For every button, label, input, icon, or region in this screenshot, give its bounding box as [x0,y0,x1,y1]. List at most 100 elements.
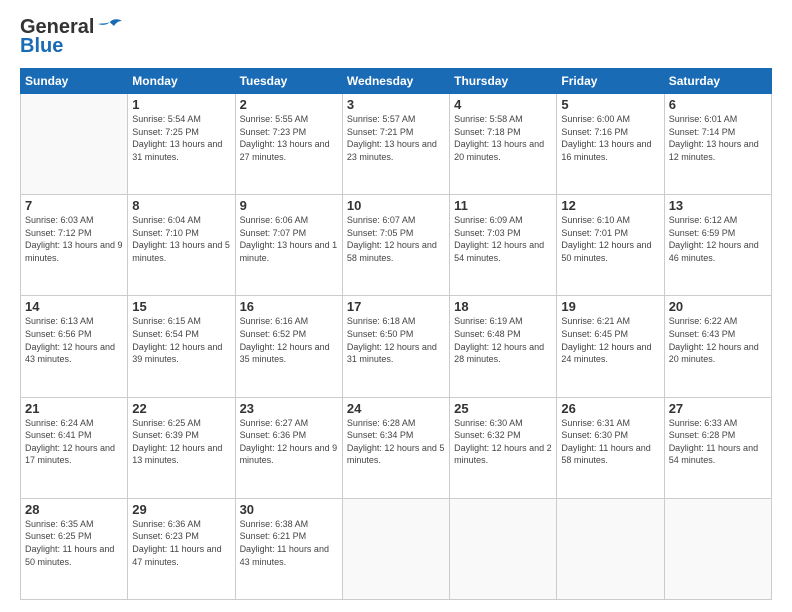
calendar-cell: 20 Sunrise: 6:22 AMSunset: 6:43 PMDaylig… [664,296,771,397]
day-info: Sunrise: 6:00 AMSunset: 7:16 PMDaylight:… [561,114,651,162]
calendar-cell: 7 Sunrise: 6:03 AMSunset: 7:12 PMDayligh… [21,195,128,296]
day-info: Sunrise: 6:18 AMSunset: 6:50 PMDaylight:… [347,316,437,364]
calendar-cell: 21 Sunrise: 6:24 AMSunset: 6:41 PMDaylig… [21,397,128,498]
day-number: 18 [454,299,552,314]
day-number: 26 [561,401,659,416]
day-info: Sunrise: 6:07 AMSunset: 7:05 PMDaylight:… [347,215,437,263]
calendar-cell: 4 Sunrise: 5:58 AMSunset: 7:18 PMDayligh… [450,94,557,195]
calendar-cell [664,498,771,599]
day-number: 7 [25,198,123,213]
calendar-cell [557,498,664,599]
day-number: 23 [240,401,338,416]
calendar-cell: 19 Sunrise: 6:21 AMSunset: 6:45 PMDaylig… [557,296,664,397]
day-info: Sunrise: 6:24 AMSunset: 6:41 PMDaylight:… [25,418,115,466]
day-number: 1 [132,97,230,112]
day-info: Sunrise: 6:03 AMSunset: 7:12 PMDaylight:… [25,215,123,263]
calendar-cell: 26 Sunrise: 6:31 AMSunset: 6:30 PMDaylig… [557,397,664,498]
day-number: 20 [669,299,767,314]
calendar-week-row: 7 Sunrise: 6:03 AMSunset: 7:12 PMDayligh… [21,195,772,296]
calendar-cell: 28 Sunrise: 6:35 AMSunset: 6:25 PMDaylig… [21,498,128,599]
calendar-table: SundayMondayTuesdayWednesdayThursdayFrid… [20,68,772,600]
day-info: Sunrise: 6:12 AMSunset: 6:59 PMDaylight:… [669,215,759,263]
calendar-cell: 18 Sunrise: 6:19 AMSunset: 6:48 PMDaylig… [450,296,557,397]
calendar-cell: 17 Sunrise: 6:18 AMSunset: 6:50 PMDaylig… [342,296,449,397]
calendar-header-friday: Friday [557,69,664,94]
calendar-cell: 14 Sunrise: 6:13 AMSunset: 6:56 PMDaylig… [21,296,128,397]
page: General Blue SundayMondayTuesdayWednesda… [0,0,792,612]
calendar-week-row: 14 Sunrise: 6:13 AMSunset: 6:56 PMDaylig… [21,296,772,397]
calendar-header-row: SundayMondayTuesdayWednesdayThursdayFrid… [21,69,772,94]
day-number: 19 [561,299,659,314]
calendar-cell [342,498,449,599]
day-number: 3 [347,97,445,112]
calendar-cell: 12 Sunrise: 6:10 AMSunset: 7:01 PMDaylig… [557,195,664,296]
calendar-cell: 24 Sunrise: 6:28 AMSunset: 6:34 PMDaylig… [342,397,449,498]
day-info: Sunrise: 6:30 AMSunset: 6:32 PMDaylight:… [454,418,552,466]
calendar-header-tuesday: Tuesday [235,69,342,94]
day-info: Sunrise: 6:09 AMSunset: 7:03 PMDaylight:… [454,215,544,263]
calendar-cell: 13 Sunrise: 6:12 AMSunset: 6:59 PMDaylig… [664,195,771,296]
day-number: 5 [561,97,659,112]
logo-bird-icon [96,18,124,38]
day-info: Sunrise: 6:13 AMSunset: 6:56 PMDaylight:… [25,316,115,364]
calendar-week-row: 1 Sunrise: 5:54 AMSunset: 7:25 PMDayligh… [21,94,772,195]
day-number: 2 [240,97,338,112]
day-number: 29 [132,502,230,517]
day-info: Sunrise: 5:55 AMSunset: 7:23 PMDaylight:… [240,114,330,162]
day-number: 9 [240,198,338,213]
day-number: 24 [347,401,445,416]
day-info: Sunrise: 6:16 AMSunset: 6:52 PMDaylight:… [240,316,330,364]
day-info: Sunrise: 6:31 AMSunset: 6:30 PMDaylight:… [561,418,650,466]
day-info: Sunrise: 6:28 AMSunset: 6:34 PMDaylight:… [347,418,445,466]
calendar-cell: 9 Sunrise: 6:06 AMSunset: 7:07 PMDayligh… [235,195,342,296]
day-info: Sunrise: 6:36 AMSunset: 6:23 PMDaylight:… [132,519,221,567]
calendar-cell: 15 Sunrise: 6:15 AMSunset: 6:54 PMDaylig… [128,296,235,397]
day-info: Sunrise: 6:01 AMSunset: 7:14 PMDaylight:… [669,114,759,162]
calendar-header-wednesday: Wednesday [342,69,449,94]
calendar-cell: 30 Sunrise: 6:38 AMSunset: 6:21 PMDaylig… [235,498,342,599]
calendar-cell: 2 Sunrise: 5:55 AMSunset: 7:23 PMDayligh… [235,94,342,195]
day-info: Sunrise: 6:10 AMSunset: 7:01 PMDaylight:… [561,215,651,263]
day-number: 6 [669,97,767,112]
day-info: Sunrise: 5:57 AMSunset: 7:21 PMDaylight:… [347,114,437,162]
calendar-header-saturday: Saturday [664,69,771,94]
calendar-cell: 29 Sunrise: 6:36 AMSunset: 6:23 PMDaylig… [128,498,235,599]
day-number: 21 [25,401,123,416]
calendar-cell [450,498,557,599]
day-info: Sunrise: 5:58 AMSunset: 7:18 PMDaylight:… [454,114,544,162]
calendar-cell: 22 Sunrise: 6:25 AMSunset: 6:39 PMDaylig… [128,397,235,498]
calendar-cell: 23 Sunrise: 6:27 AMSunset: 6:36 PMDaylig… [235,397,342,498]
day-info: Sunrise: 5:54 AMSunset: 7:25 PMDaylight:… [132,114,222,162]
calendar-week-row: 28 Sunrise: 6:35 AMSunset: 6:25 PMDaylig… [21,498,772,599]
day-number: 27 [669,401,767,416]
day-info: Sunrise: 6:15 AMSunset: 6:54 PMDaylight:… [132,316,222,364]
logo: General Blue [20,16,124,58]
calendar-cell: 11 Sunrise: 6:09 AMSunset: 7:03 PMDaylig… [450,195,557,296]
day-info: Sunrise: 6:33 AMSunset: 6:28 PMDaylight:… [669,418,758,466]
day-number: 28 [25,502,123,517]
day-number: 11 [454,198,552,213]
day-info: Sunrise: 6:06 AMSunset: 7:07 PMDaylight:… [240,215,338,263]
calendar-header-monday: Monday [128,69,235,94]
calendar-cell: 25 Sunrise: 6:30 AMSunset: 6:32 PMDaylig… [450,397,557,498]
calendar-cell: 6 Sunrise: 6:01 AMSunset: 7:14 PMDayligh… [664,94,771,195]
calendar-cell: 3 Sunrise: 5:57 AMSunset: 7:21 PMDayligh… [342,94,449,195]
day-number: 8 [132,198,230,213]
header: General Blue [20,16,772,58]
calendar-header-thursday: Thursday [450,69,557,94]
day-number: 25 [454,401,552,416]
calendar-cell: 27 Sunrise: 6:33 AMSunset: 6:28 PMDaylig… [664,397,771,498]
calendar-cell: 5 Sunrise: 6:00 AMSunset: 7:16 PMDayligh… [557,94,664,195]
day-info: Sunrise: 6:38 AMSunset: 6:21 PMDaylight:… [240,519,329,567]
day-info: Sunrise: 6:04 AMSunset: 7:10 PMDaylight:… [132,215,230,263]
day-number: 4 [454,97,552,112]
calendar-week-row: 21 Sunrise: 6:24 AMSunset: 6:41 PMDaylig… [21,397,772,498]
day-number: 15 [132,299,230,314]
calendar-header-sunday: Sunday [21,69,128,94]
calendar-cell: 10 Sunrise: 6:07 AMSunset: 7:05 PMDaylig… [342,195,449,296]
day-number: 22 [132,401,230,416]
day-number: 17 [347,299,445,314]
calendar-cell [21,94,128,195]
day-info: Sunrise: 6:27 AMSunset: 6:36 PMDaylight:… [240,418,338,466]
logo-blue-text: Blue [20,35,63,58]
